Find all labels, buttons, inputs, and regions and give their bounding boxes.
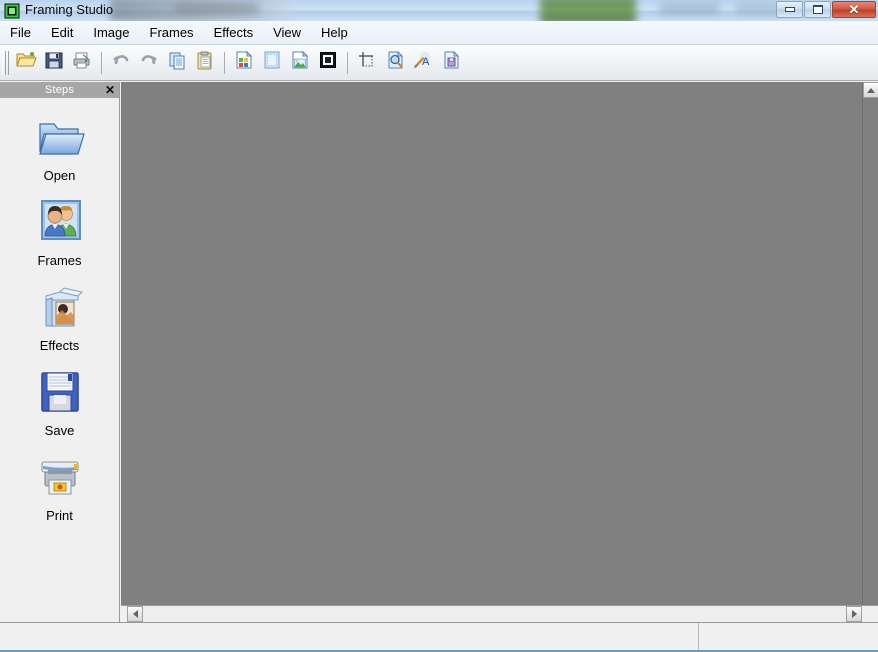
open-folder-icon	[15, 50, 37, 75]
step-label-save: Save	[45, 423, 75, 438]
toolbar-frame-button[interactable]	[258, 49, 286, 77]
horizontal-scrollbar[interactable]	[121, 605, 878, 622]
background-blur-text-left	[175, 3, 259, 14]
text-tool-icon: A	[412, 50, 434, 75]
scroll-left-button[interactable]	[127, 606, 143, 622]
step-item-effects[interactable]: Effects	[0, 282, 119, 353]
new-image-icon	[233, 50, 255, 75]
status-message	[0, 623, 698, 651]
menu-file[interactable]: File	[1, 22, 40, 44]
menu-image[interactable]: Image	[84, 22, 138, 44]
step-label-effects: Effects	[40, 338, 80, 353]
menu-bar: File Edit Image Frames Effects View Help	[0, 21, 878, 45]
toolbar-separator-2	[224, 52, 225, 74]
save-floppy-icon	[44, 50, 64, 75]
application-window: Framing Studio ✕ File Edit Image Frames …	[0, 0, 878, 652]
minimize-button[interactable]	[776, 1, 803, 18]
toolbar: A	[0, 45, 878, 81]
toolbar-undo-button[interactable]	[107, 49, 135, 77]
chevron-up-icon	[867, 88, 875, 93]
frames-people-icon	[32, 197, 88, 249]
background-blur-text-right	[735, 3, 781, 15]
redo-icon	[138, 50, 160, 75]
toolbar-separator-3	[347, 52, 348, 74]
steps-list: Open	[0, 98, 119, 523]
toolbar-separator-1	[101, 52, 102, 74]
toolbar-save-button[interactable]	[40, 49, 68, 77]
picture-icon	[289, 50, 311, 75]
preview-magnifier-icon	[384, 50, 406, 75]
window-title: Framing Studio	[25, 2, 113, 17]
toolbar-crop-button[interactable]	[353, 49, 381, 77]
matte-frame-icon	[317, 50, 339, 75]
toolbar-open-button[interactable]	[12, 49, 40, 77]
frame-border-icon	[261, 50, 283, 75]
close-icon: ✕	[849, 3, 860, 16]
steps-panel-header: Steps ✕	[0, 82, 119, 98]
step-item-frames[interactable]: Frames	[0, 197, 119, 268]
toolbar-new-image-button[interactable]	[230, 49, 258, 77]
background-blur-text-mid	[660, 3, 720, 15]
crop-icon	[356, 50, 378, 75]
minimize-icon	[785, 7, 795, 12]
undo-icon	[110, 50, 132, 75]
menu-view[interactable]: View	[264, 22, 310, 44]
close-icon[interactable]: ✕	[105, 82, 115, 98]
save-as-icon	[440, 50, 462, 75]
step-item-save[interactable]: Save	[0, 367, 119, 438]
print-icon	[71, 50, 93, 75]
close-button[interactable]: ✕	[832, 1, 876, 18]
scroll-right-button[interactable]	[846, 606, 862, 622]
step-label-frames: Frames	[37, 253, 81, 268]
steps-panel-title: Steps	[45, 84, 74, 96]
horizontal-scroll-track[interactable]	[143, 606, 846, 622]
effects-box-icon	[32, 282, 88, 334]
menu-effects[interactable]: Effects	[205, 22, 263, 44]
step-label-open: Open	[44, 168, 76, 183]
scroll-up-button[interactable]	[863, 82, 878, 98]
chevron-right-icon	[852, 610, 857, 618]
toolbar-text-button[interactable]: A	[409, 49, 437, 77]
menu-edit[interactable]: Edit	[42, 22, 82, 44]
save-floppy-icon	[32, 367, 88, 419]
status-bar	[0, 622, 878, 650]
toolbar-copy-button[interactable]	[163, 49, 191, 77]
toolbar-redo-button[interactable]	[135, 49, 163, 77]
open-folder-icon	[32, 112, 88, 164]
step-item-print[interactable]: Print	[0, 452, 119, 523]
step-label-print: Print	[46, 508, 73, 523]
frame-app-icon	[4, 3, 20, 19]
copy-icon	[166, 50, 188, 75]
toolbar-preview-button[interactable]	[381, 49, 409, 77]
toolbar-grip[interactable]	[2, 51, 9, 75]
maximize-icon	[813, 5, 823, 14]
steps-panel: Steps ✕	[0, 82, 120, 622]
toolbar-print-button[interactable]	[68, 49, 96, 77]
vertical-scrollbar[interactable]	[862, 82, 878, 622]
menu-frames[interactable]: Frames	[141, 22, 203, 44]
background-blur-green	[540, 0, 636, 21]
toolbar-paste-button[interactable]	[191, 49, 219, 77]
window-controls: ✕	[776, 1, 876, 18]
step-item-open[interactable]: Open	[0, 112, 119, 183]
title-bar: Framing Studio ✕	[0, 0, 878, 21]
chevron-left-icon	[133, 610, 138, 618]
menu-help[interactable]: Help	[312, 22, 357, 44]
toolbar-picture-button[interactable]	[286, 49, 314, 77]
status-secondary	[698, 623, 878, 651]
paste-icon	[194, 50, 216, 75]
toolbar-save-as-button[interactable]	[437, 49, 465, 77]
toolbar-matte-button[interactable]	[314, 49, 342, 77]
image-canvas[interactable]	[121, 82, 878, 622]
maximize-button[interactable]	[804, 1, 831, 18]
printer-icon	[32, 452, 88, 504]
